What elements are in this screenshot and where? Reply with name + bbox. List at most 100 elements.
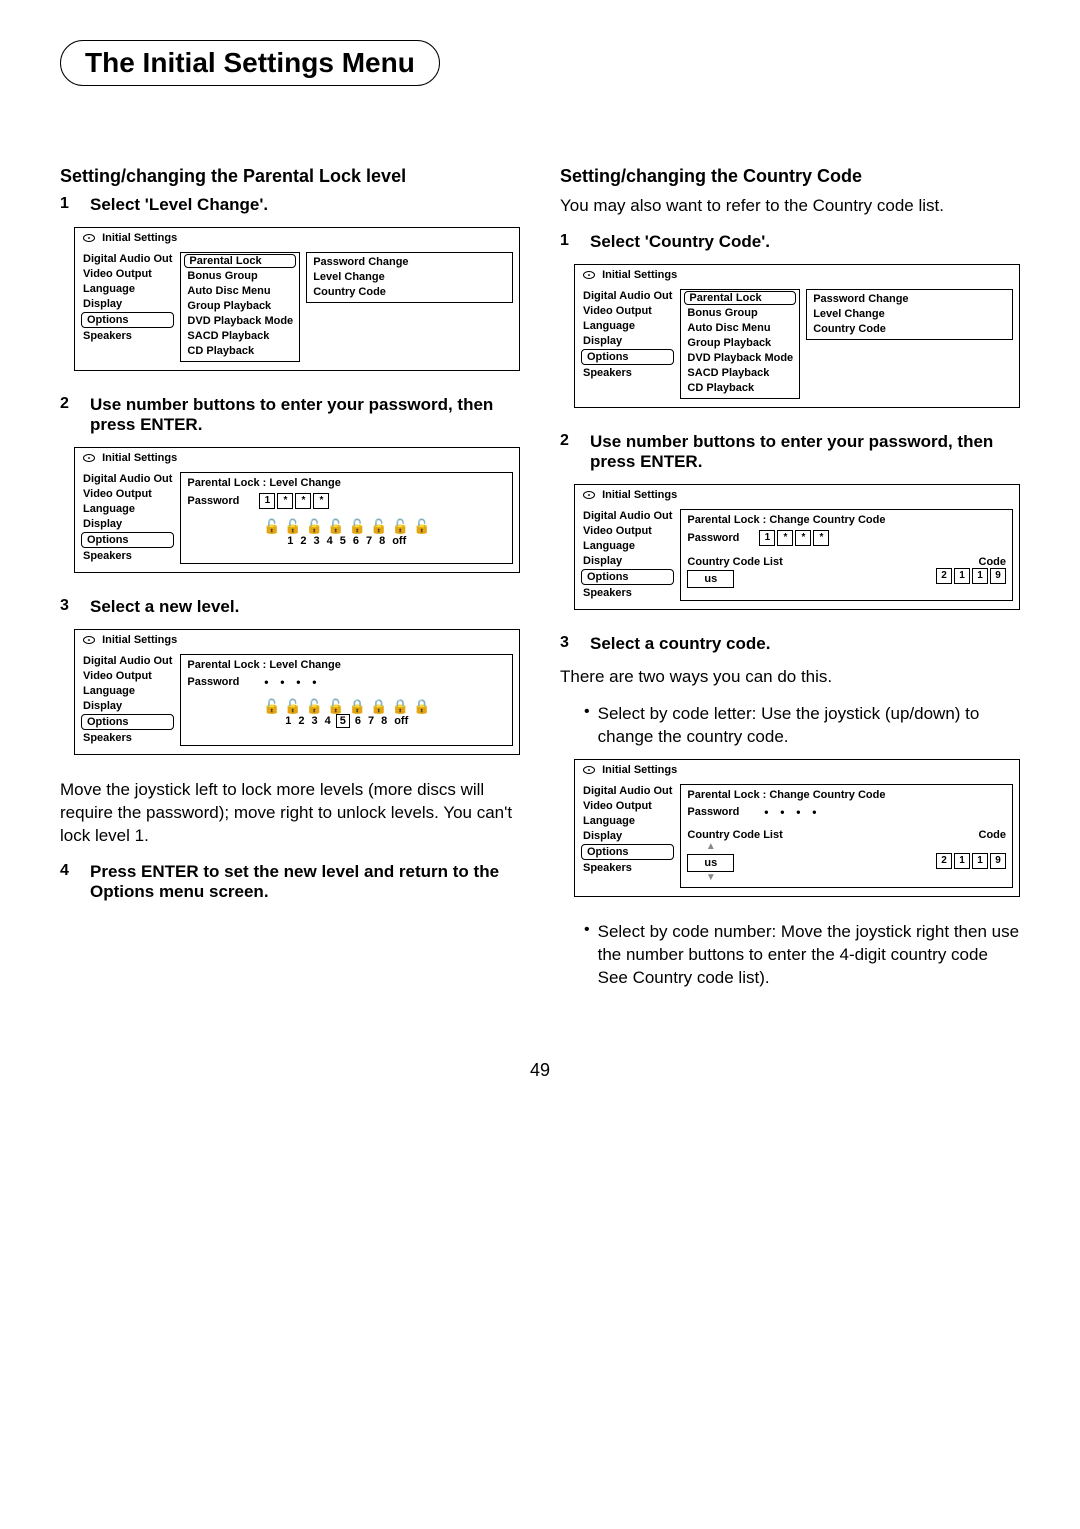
- disc-icon: [583, 489, 595, 501]
- right-step1: 1 Select 'Country Code'.: [560, 232, 1020, 252]
- closed-lock-icon: 🔒: [392, 699, 409, 713]
- left-step2: 2 Use number buttons to enter your passw…: [60, 395, 520, 435]
- osd-country-code-menu: Initial Settings Digital Audio Out Video…: [574, 264, 1020, 408]
- closed-lock-icon: 🔒: [349, 699, 366, 713]
- osd-content-pane: Parental Lock : Change Country Code Pass…: [680, 784, 1013, 888]
- closed-lock-icon: 🔒: [413, 699, 430, 713]
- osd-title: Initial Settings: [102, 232, 177, 244]
- osd-header: Initial Settings: [575, 265, 1019, 285]
- open-lock-icon: 🔓: [370, 519, 387, 533]
- password-label: Password: [687, 806, 739, 818]
- left-step1: 1 Select 'Level Change'.: [60, 195, 520, 215]
- step-text: Use number buttons to enter your passwor…: [90, 395, 520, 435]
- selected-level: 5: [336, 714, 350, 728]
- disc-icon: [83, 634, 95, 646]
- lock-icons-row: 🔓 🔓 🔓 🔓 🔓 🔓 🔓 🔓: [187, 519, 506, 533]
- pw-digit-2: *: [277, 493, 293, 509]
- open-lock-icon: 🔓: [284, 699, 301, 713]
- left-step3: 3 Select a new level.: [60, 597, 520, 617]
- cc-letter: us: [687, 854, 734, 872]
- right-sec1-heading: Setting/changing the Country Code: [560, 166, 1020, 187]
- osd-left-nav: Digital Audio Out Video Output Language …: [81, 472, 174, 564]
- cc-letter: us: [687, 570, 734, 588]
- password-label: Password: [187, 676, 239, 688]
- open-lock-icon: 🔓: [263, 519, 280, 533]
- osd-title: Initial Settings: [602, 764, 677, 776]
- ccl-label: Country Code List: [687, 829, 782, 841]
- closed-lock-icon: 🔒: [370, 699, 387, 713]
- two-column-layout: Setting/changing the Parental Lock level…: [60, 166, 1020, 1000]
- osd-header: Initial Settings: [75, 448, 519, 468]
- osd-header: Initial Settings: [575, 485, 1019, 505]
- cc-numeric: 2 1 1 9: [936, 568, 1006, 584]
- osd-title: Initial Settings: [102, 452, 177, 464]
- osd-item-speakers: Speakers: [81, 329, 174, 343]
- chapter-title: The Initial Settings Menu: [60, 40, 440, 86]
- osd-left-nav: Digital Audio Out Video Output Language …: [581, 289, 674, 399]
- code-label: Code: [979, 829, 1007, 841]
- osd-title: Initial Settings: [602, 269, 677, 281]
- down-arrow-icon: ▼: [706, 872, 716, 883]
- osd-item-options: Options: [81, 312, 174, 328]
- step-text: Select 'Level Change'.: [90, 195, 520, 215]
- osd-mid-column: Parental Lock Bonus Group Auto Disc Menu…: [180, 252, 300, 362]
- osd-left-nav: Digital Audio Out Video Output Language …: [81, 654, 174, 746]
- right-para1: You may also want to refer to the Countr…: [560, 195, 1020, 218]
- step-text: Select a new level.: [90, 597, 520, 617]
- password-label: Password: [687, 532, 739, 544]
- password-label: Password: [187, 495, 239, 507]
- disc-icon: [583, 764, 595, 776]
- osd-header: Initial Settings: [575, 760, 1019, 780]
- open-lock-icon: 🔓: [306, 519, 323, 533]
- osd-cc-password: Initial Settings Digital Audio Out Video…: [574, 484, 1020, 610]
- up-arrow-icon: ▲: [706, 841, 716, 852]
- step-number: 2: [60, 395, 78, 435]
- step-number: 1: [560, 232, 578, 252]
- osd-item-language: Language: [81, 282, 174, 296]
- left-step4: 4 Press ENTER to set the new level and r…: [60, 862, 520, 902]
- osd-level-change-menu: Initial Settings Digital Audio Out Video…: [74, 227, 520, 371]
- right-step2: 2 Use number buttons to enter your passw…: [560, 432, 1020, 472]
- osd-right-column: Password Change Level Change Country Cod…: [306, 252, 513, 303]
- osd-title: Initial Settings: [102, 634, 177, 646]
- osd-item-level-change: Level Change: [311, 270, 508, 284]
- step-text: Use number buttons to enter your passwor…: [590, 432, 1020, 472]
- osd-header: Initial Settings: [75, 228, 519, 248]
- open-lock-icon: 🔓: [392, 519, 409, 533]
- bullet2: • Select by code number: Move the joysti…: [584, 921, 1020, 990]
- pw-digit-4: *: [313, 493, 329, 509]
- bullet-marker: •: [584, 703, 590, 749]
- osd-breadcrumb: Parental Lock : Change Country Code: [687, 514, 1006, 526]
- step-number: 3: [560, 634, 578, 654]
- step-text: Press ENTER to set the new level and ret…: [90, 862, 520, 902]
- osd-item-parental-lock: Parental Lock: [184, 254, 296, 268]
- open-lock-icon: 🔓: [413, 519, 430, 533]
- osd-level-select: Initial Settings Digital Audio Out Video…: [74, 629, 520, 755]
- step-number: 3: [60, 597, 78, 617]
- osd-item-pw-change: Password Change: [311, 255, 508, 269]
- step-number: 4: [60, 862, 78, 902]
- osd-mid-column: Parental Lock Bonus Group Auto Disc Menu…: [680, 289, 800, 399]
- osd-right-column: Password Change Level Change Country Cod…: [806, 289, 1013, 340]
- osd-item-display: Display: [81, 297, 174, 311]
- osd-left-nav: Digital Audio Out Video Output Language …: [581, 784, 674, 888]
- osd-item-video-output: Video Output: [81, 267, 174, 281]
- osd-breadcrumb: Parental Lock : Change Country Code: [687, 789, 1006, 801]
- osd-content-pane: Parental Lock : Change Country Code Pass…: [680, 509, 1013, 601]
- osd-header: Initial Settings: [75, 630, 519, 650]
- osd-password-entry: Initial Settings Digital Audio Out Video…: [74, 447, 520, 573]
- level-numbers: 1 2 3 4 5 6 7 8 off: [187, 535, 506, 547]
- page-number: 49: [60, 1060, 1020, 1081]
- open-lock-icon: 🔓: [306, 699, 323, 713]
- osd-content-pane: Parental Lock : Level Change Password • …: [180, 654, 513, 746]
- osd-item-cd: CD Playback: [185, 344, 295, 358]
- password-boxes: 1 * * *: [759, 530, 829, 546]
- cc-numeric: 2 1 1 9: [936, 853, 1006, 869]
- level-numbers: 1 2 3 4 5 6 7 8 off: [187, 715, 506, 727]
- ccl-label: Country Code List: [687, 556, 782, 568]
- osd-item-dvd-playback: DVD Playback Mode: [185, 314, 295, 328]
- open-lock-icon: 🔓: [349, 519, 366, 533]
- password-boxes: 1 * * *: [259, 493, 329, 509]
- osd-item-group-playback: Group Playback: [185, 299, 295, 313]
- open-lock-icon: 🔓: [327, 699, 344, 713]
